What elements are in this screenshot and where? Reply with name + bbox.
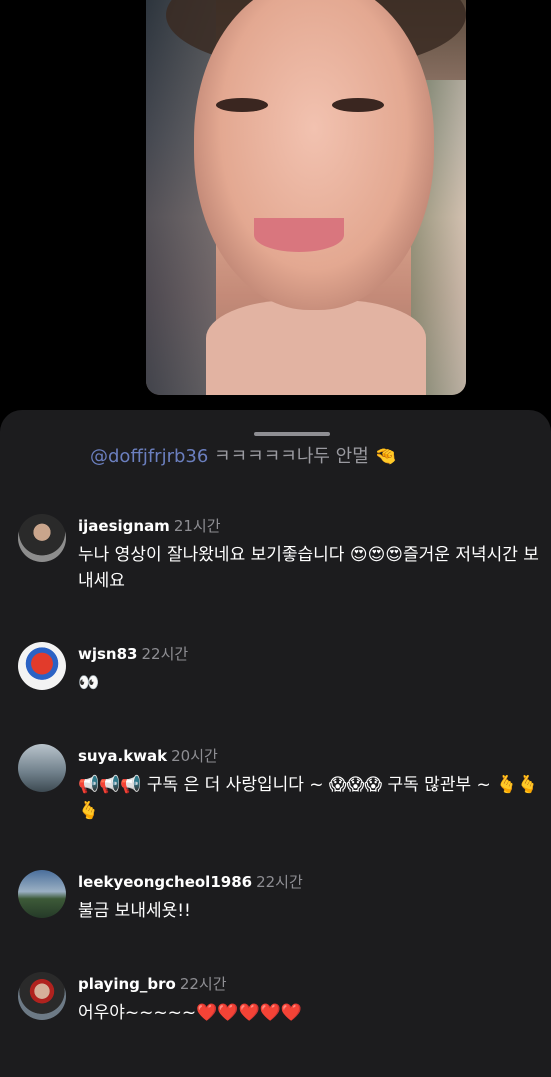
comment-time: 22시간 xyxy=(141,645,189,663)
comment-time: 22시간 xyxy=(256,873,303,891)
comment-username[interactable]: playing_bro xyxy=(78,975,176,993)
previous-comment-text: ㅋㅋㅋㅋㅋ나두 안멀 🤏 xyxy=(208,446,397,467)
comment-username[interactable]: ijaesignam xyxy=(78,517,170,535)
right-eye xyxy=(332,98,384,112)
comment-time: 20시간 xyxy=(171,747,218,765)
avatar[interactable] xyxy=(18,642,66,690)
avatar[interactable] xyxy=(18,870,66,918)
comment-username[interactable]: leekyeongcheol1986 xyxy=(78,873,252,891)
comment-time: 21시간 xyxy=(173,517,221,535)
avatar[interactable] xyxy=(18,972,66,1020)
drag-handle[interactable] xyxy=(254,432,330,436)
comment-text: 👀 xyxy=(78,673,100,693)
comment-username[interactable]: suya.kwak xyxy=(78,747,167,765)
comment-time: 22시간 xyxy=(179,975,227,993)
neck xyxy=(206,300,426,395)
comment-username[interactable]: wjsn83 xyxy=(78,645,137,663)
face xyxy=(194,0,434,310)
comment-text: 📢📢📢 구독 은 더 사랑입니다 ~ 😱😱😱 구독 많관부 ~ 🫰🫰🫰 xyxy=(78,775,539,821)
avatar[interactable] xyxy=(18,514,66,562)
avatar[interactable] xyxy=(18,744,66,792)
left-eye xyxy=(216,98,268,112)
comment-text: 어우야~~~~~❤️❤️❤️❤️❤️ xyxy=(78,1003,302,1023)
comment-text: 불금 보내세욧!! xyxy=(78,901,191,921)
comment-text: 누나 영상이 잘나왔네요 보기좋습니다 😍😍😍즐거운 저녁시간 보내세요 xyxy=(78,545,539,591)
smile xyxy=(254,218,344,252)
video-preview[interactable] xyxy=(146,0,466,395)
comments-sheet: @doffjfrjrb36 ㅋㅋㅋㅋㅋ나두 안멀 🤏 ijaesignam 21시… xyxy=(0,410,551,1077)
previous-comment-partial: @doffjfrjrb36 ㅋㅋㅋㅋㅋ나두 안멀 🤏 xyxy=(90,442,397,468)
mention-link[interactable]: @doffjfrjrb36 xyxy=(90,446,208,467)
